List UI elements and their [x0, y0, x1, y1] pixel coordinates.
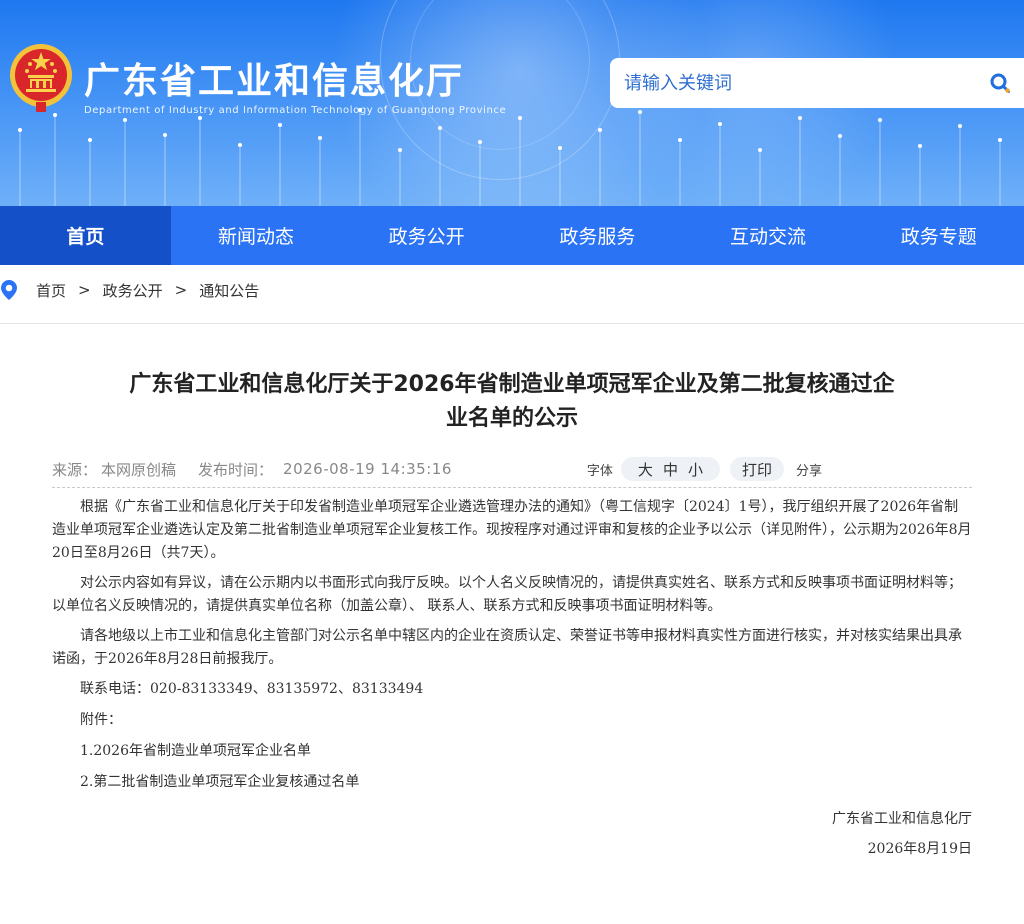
site-title: 广东省工业和信息化厅	[84, 61, 465, 102]
article-body: 根据《广东省工业和信息化厅关于印发省制造业单项冠军企业遴选管理办法的通知》（粤工…	[52, 496, 972, 868]
search-button[interactable]	[976, 58, 1024, 108]
nav-item-interaction[interactable]: 互动交流	[683, 206, 854, 265]
body-paragraph: 请各地级以上市工业和信息化主管部门对公示名单中辖区内的企业在资质认定、荣誉证书等…	[52, 628, 962, 667]
search-box	[610, 58, 1024, 108]
date-value: 2026-08-19 14:35:16	[283, 460, 452, 478]
nav-item-gov-affairs[interactable]: 政务公开	[341, 206, 512, 265]
contact-line: 联系电话：020-83133349、83135972、83133494	[80, 681, 424, 697]
breadcrumb: 首页 > 政务公开 > 通知公告	[0, 265, 1024, 315]
nav-item-gov-service[interactable]: 政务服务	[512, 206, 683, 265]
article-tools: 字体 大 中 小 打印 分享	[587, 456, 822, 482]
body-paragraph: 根据《广东省工业和信息化厅关于印发省制造业单项冠军企业遴选管理办法的通知》（粤工…	[52, 499, 972, 561]
attachments-label: 附件：	[80, 712, 122, 728]
font-size-label: 字体	[586, 463, 613, 479]
breadcrumb-notices[interactable]: 通知公告	[199, 280, 259, 301]
national-emblem-icon	[10, 44, 72, 112]
body-paragraph: 对公示内容如有异议，请在公示期内以书面形式向我厅反映。以个人名义反映情况的，请提…	[52, 575, 962, 614]
font-size-small-button[interactable]: 小	[688, 459, 703, 480]
breadcrumb-separator: >	[78, 281, 91, 299]
article-title-line: 广东省工业和信息化厅关于2026年省制造业单项冠军企业及第二批复核通过企	[129, 372, 895, 397]
attachment-link-1[interactable]: 1.2026年省制造业单项冠军企业名单	[52, 740, 972, 763]
source-label: 来源：	[52, 460, 98, 479]
font-size-large-button[interactable]: 大	[638, 459, 653, 480]
print-button[interactable]: 打印	[729, 457, 784, 481]
nav-item-home[interactable]: 首页	[0, 206, 171, 265]
nav-item-label: 政务服务	[559, 226, 636, 248]
breadcrumb-home[interactable]: 首页	[36, 280, 66, 301]
share-button[interactable]: 分享	[796, 460, 822, 479]
nav-item-label: 互动交流	[730, 226, 807, 248]
article-title: 广东省工业和信息化厅关于2026年省制造业单项冠军企业及第二批复核通过企 业名单…	[52, 368, 972, 436]
nav-item-label: 首页	[66, 226, 105, 248]
nav-item-label: 政务专题	[900, 226, 977, 248]
nav-item-label: 政务公开	[388, 226, 465, 248]
nav-item-news[interactable]: 新闻动态	[171, 206, 342, 265]
source-value: 本网原创稿	[101, 460, 177, 479]
article-container: 广东省工业和信息化厅关于2026年省制造业单项冠军企业及第二批复核通过企 业名单…	[0, 323, 1024, 924]
article-meta: 来源： 本网原创稿 发布时间： 2026-08-19 14:35:16 字体 大…	[52, 456, 972, 482]
main-nav: 首页 新闻动态 政务公开 政务服务 互动交流 政务专题	[0, 206, 1024, 265]
nav-item-topics[interactable]: 政务专题	[853, 206, 1024, 265]
nav-item-label: 新闻动态	[218, 226, 295, 248]
signature-date: 2026年8月19日	[867, 841, 972, 857]
location-pin-icon	[1, 280, 17, 300]
date-label: 发布时间：	[198, 460, 274, 479]
font-size-group: 大 中 小	[620, 457, 720, 481]
search-icon	[990, 73, 1010, 93]
site-subtitle: Department of Industry and Information T…	[84, 105, 507, 116]
breadcrumb-separator: >	[174, 281, 188, 299]
article-title-line: 业名单的公示	[445, 406, 578, 431]
header-banner: 广东省工业和信息化厅 Department of Industry and In…	[0, 0, 1024, 206]
meta-divider	[52, 487, 972, 488]
font-size-medium-button[interactable]: 中	[663, 459, 678, 480]
search-input[interactable]	[610, 58, 976, 108]
breadcrumb-gov-affairs[interactable]: 政务公开	[103, 280, 163, 301]
signature-org: 广东省工业和信息化厅	[832, 811, 972, 827]
attachment-link-2[interactable]: 2.第二批省制造业单项冠军企业复核通过名单	[52, 771, 972, 794]
